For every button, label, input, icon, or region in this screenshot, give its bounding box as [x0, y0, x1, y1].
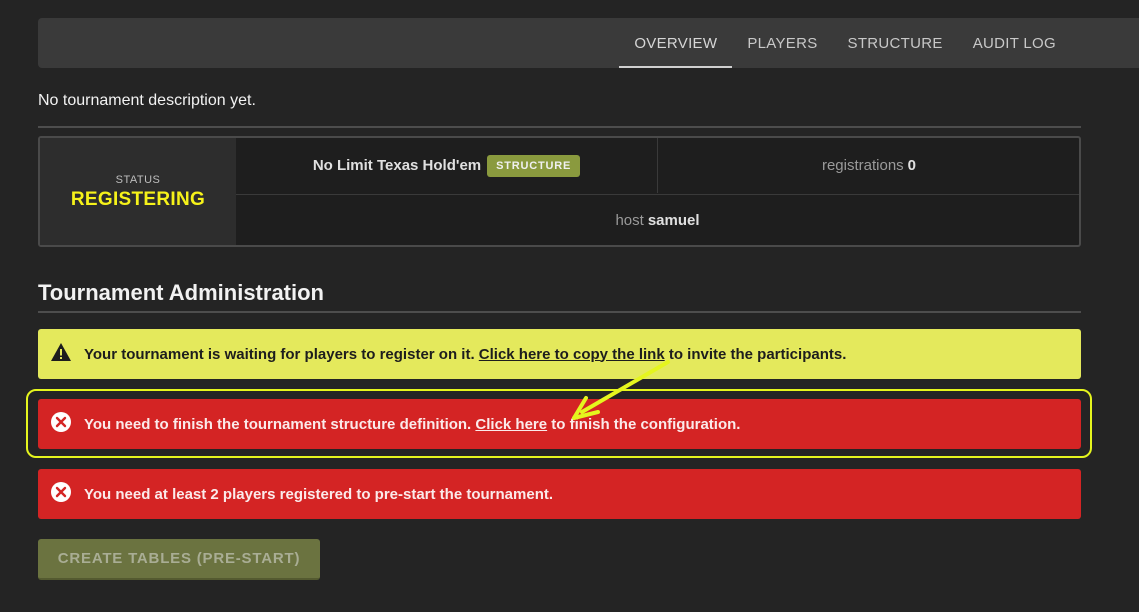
nav-tabs: OVERVIEW PLAYERS STRUCTURE AUDIT LOG: [619, 18, 1071, 68]
arrow-icon: [572, 360, 670, 420]
x-circle-icon: [50, 481, 72, 507]
structure-badge[interactable]: STRUCTURE: [487, 154, 581, 177]
section-title: Tournament Administration: [38, 280, 324, 305]
divider: [38, 311, 1081, 313]
warning-text-before: Your tournament is waiting for players t…: [84, 345, 479, 363]
warning-message: Your tournament is waiting for players t…: [84, 346, 846, 363]
warning-triangle-icon: [50, 342, 72, 366]
game-type-cell: No Limit Texas Hold'em STRUCTURE: [236, 138, 657, 193]
annotation-highlight-box: [26, 389, 1092, 458]
registrations-count: 0: [907, 157, 917, 174]
registrations-label: registrations: [821, 157, 904, 174]
registrations-cell: registrations 0: [657, 138, 1080, 193]
create-tables-button[interactable]: CREATE TABLES (PRE-START): [38, 539, 320, 580]
tab-structure[interactable]: STRUCTURE: [833, 18, 958, 68]
tab-players[interactable]: PLAYERS: [732, 18, 832, 68]
host-cell: host samuel: [236, 194, 1079, 246]
divider: [38, 126, 1081, 128]
game-type: No Limit Texas Hold'em: [312, 157, 482, 174]
players-error-message: You need at least 2 players registered t…: [84, 485, 554, 503]
status-value: REGISTERING: [70, 189, 206, 210]
host-name: samuel: [647, 212, 700, 229]
tournament-info-panel: STATUS REGISTERING No Limit Texas Hold'e…: [38, 136, 1081, 247]
status-label: STATUS: [115, 174, 161, 186]
status-cell: STATUS REGISTERING: [40, 138, 236, 245]
players-error-alert: You need at least 2 players registered t…: [38, 469, 1081, 519]
host-label: host: [615, 212, 644, 229]
tournament-description: No tournament description yet.: [38, 92, 256, 109]
tab-overview[interactable]: OVERVIEW: [619, 18, 733, 68]
warning-text-after: to invite the participants.: [664, 345, 847, 363]
top-navbar: OVERVIEW PLAYERS STRUCTURE AUDIT LOG: [38, 18, 1139, 68]
tab-audit-log[interactable]: AUDIT LOG: [958, 18, 1071, 68]
